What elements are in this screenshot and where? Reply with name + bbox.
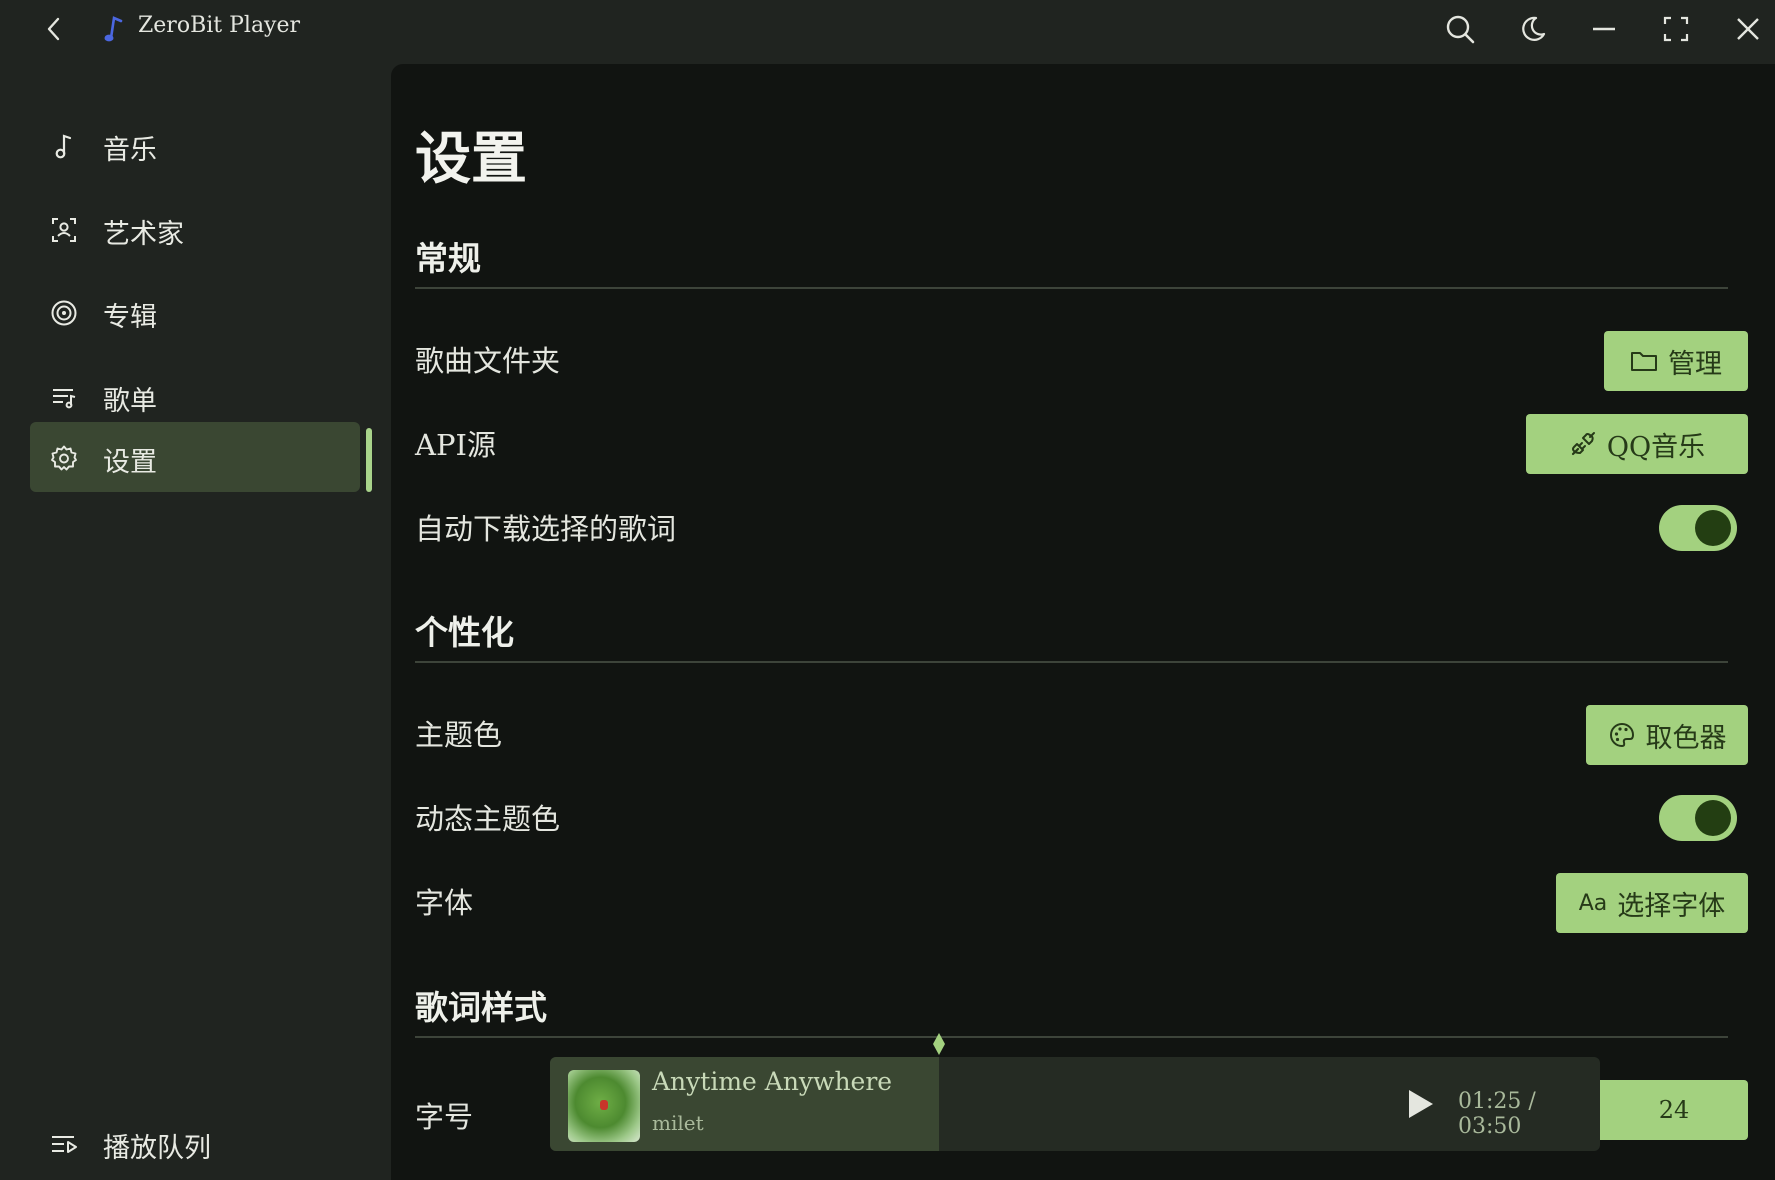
gear-icon <box>51 445 77 471</box>
close-button[interactable] <box>1726 8 1770 50</box>
api-source-label: API源 <box>415 428 496 462</box>
now-playing-preview: Anytime Anywhere milet 01:25 / 03:50 <box>550 1057 1600 1151</box>
folder-icon <box>1631 352 1657 371</box>
dynamic-theme-toggle[interactable] <box>1659 795 1737 841</box>
plug-icon <box>1571 432 1595 456</box>
playlist-icon <box>53 389 76 409</box>
theme-color-label: 主题色 <box>415 718 503 752</box>
palette-icon <box>1609 723 1634 747</box>
sidebar-item-label: 音乐 <box>103 135 157 166</box>
api-source-button[interactable]: QQ音乐 <box>1526 414 1748 474</box>
moon-icon <box>1522 16 1546 41</box>
search-button[interactable] <box>1438 8 1482 50</box>
sidebar-item-label: 设置 <box>103 447 157 478</box>
minimize-button[interactable] <box>1582 8 1626 50</box>
section-title-personalize: 个性化 <box>415 613 514 652</box>
active-nav-indicator <box>366 428 372 492</box>
artist-icon <box>52 218 76 242</box>
song-title: Anytime Anywhere <box>652 1067 893 1096</box>
sidebar-item-playlist[interactable]: 歌单 <box>30 361 360 431</box>
search-icon <box>1446 15 1475 44</box>
play-icon[interactable] <box>1405 1088 1435 1120</box>
section-title-lyrics: 歌词样式 <box>415 988 547 1027</box>
seek-handle[interactable] <box>932 1033 946 1055</box>
sidebar-item-settings[interactable]: 设置 <box>30 422 360 492</box>
sidebar-item-label: 艺术家 <box>103 219 184 250</box>
sidebar-item-music[interactable]: 音乐 <box>30 110 360 180</box>
settings-content: 设置 常规 歌曲文件夹 管理 API源 QQ音乐 自动下载选择的歌词 个性化 主… <box>391 64 1775 1180</box>
sidebar: 音乐 艺术家 专辑 歌单 设置 播放队列 <box>0 58 390 1180</box>
manage-folder-label: 管理 <box>1668 348 1722 380</box>
font-size-input[interactable]: 24 <box>1600 1080 1748 1140</box>
font-label: 字体 <box>415 886 474 920</box>
divider <box>415 661 1728 663</box>
auto-lyrics-toggle[interactable] <box>1659 505 1737 551</box>
select-font-label: 选择字体 <box>1617 890 1726 922</box>
back-button[interactable] <box>40 12 68 46</box>
section-title-general: 常规 <box>415 239 481 278</box>
font-icon: Aa <box>1578 890 1608 916</box>
color-picker-label: 取色器 <box>1645 722 1727 754</box>
sidebar-item-queue[interactable]: 播放队列 <box>30 1108 360 1178</box>
playback-time: 01:25 / 03:50 <box>1458 1089 1536 1139</box>
toggle-knob <box>1695 510 1731 546</box>
sidebar-item-artist[interactable]: 艺术家 <box>30 194 360 264</box>
font-size-label: 字号 <box>415 1100 474 1134</box>
song-artist: milet <box>652 1111 704 1135</box>
color-picker-button[interactable]: 取色器 <box>1586 705 1748 765</box>
album-art[interactable] <box>568 1070 640 1142</box>
sidebar-item-album[interactable]: 专辑 <box>30 277 360 347</box>
queue-icon <box>52 1136 77 1153</box>
music-note-icon <box>55 134 72 159</box>
auto-lyrics-label: 自动下载选择的歌词 <box>415 512 677 546</box>
divider <box>415 287 1728 289</box>
api-source-value: QQ音乐 <box>1606 431 1706 463</box>
sidebar-item-label: 歌单 <box>103 386 157 417</box>
back-icon <box>47 17 60 41</box>
app-title: ZeroBit Player <box>138 13 301 38</box>
queue-label: 播放队列 <box>103 1133 211 1164</box>
song-folder-label: 歌曲文件夹 <box>415 344 561 378</box>
toggle-knob <box>1695 800 1731 836</box>
title-bar: ZeroBit Player <box>0 0 1775 58</box>
album-icon <box>51 300 77 326</box>
minimize-icon <box>1593 27 1615 31</box>
close-icon <box>1737 18 1759 40</box>
dynamic-theme-label: 动态主题色 <box>415 802 561 836</box>
music-note-logo <box>104 16 123 42</box>
theme-toggle-button[interactable] <box>1510 8 1554 50</box>
select-font-button[interactable]: Aa 选择字体 <box>1556 873 1748 933</box>
fullscreen-button[interactable] <box>1654 8 1698 50</box>
sidebar-item-label: 专辑 <box>103 302 157 333</box>
divider <box>415 1036 1728 1038</box>
page-title: 设置 <box>415 126 527 192</box>
manage-folder-button[interactable]: 管理 <box>1604 331 1748 391</box>
fullscreen-icon <box>1663 16 1689 42</box>
